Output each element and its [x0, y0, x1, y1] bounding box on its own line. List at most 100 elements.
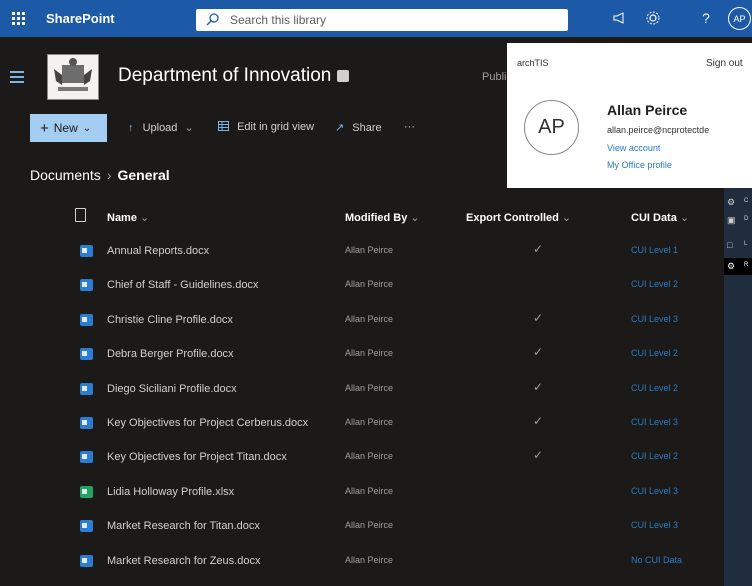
export-controlled-check: ✓ [533, 310, 544, 325]
modified-by[interactable]: Allan Peirce [345, 555, 393, 565]
chevron-down-icon: ⌄ [82, 122, 92, 134]
modified-by[interactable]: Allan Peirce [345, 314, 393, 324]
cui-level[interactable]: CUI Level 3 [631, 486, 678, 496]
document-icon: □ [727, 240, 733, 250]
app-launcher-button[interactable] [0, 0, 37, 37]
word-file-icon [80, 245, 93, 257]
nc-menu-item[interactable]: □ L [724, 237, 752, 254]
cui-level[interactable]: CUI Level 2 [631, 279, 678, 289]
cui-level[interactable]: CUI Level 3 [631, 417, 678, 427]
profile-avatar[interactable]: AP [524, 100, 579, 155]
column-header-name[interactable]: Name ⌄ [107, 211, 149, 224]
cui-level[interactable]: No CUI Data [631, 555, 682, 565]
more-actions-button[interactable]: ··· [404, 121, 415, 133]
modified-by[interactable]: Allan Peirce [345, 520, 393, 530]
column-header-export-controlled[interactable]: Export Controlled ⌄ [466, 211, 571, 224]
sign-out-link[interactable]: Sign out [706, 58, 743, 69]
breadcrumb-documents[interactable]: Documents [30, 167, 101, 183]
new-button-label: New [53, 121, 78, 135]
upload-label: Upload [142, 122, 178, 134]
table-row[interactable]: Lidia Holloway Profile.xlsx Allan Peirce… [0, 475, 720, 509]
table-row[interactable]: Key Objectives for Project Titan.docx Al… [0, 440, 720, 474]
profile-card: archTIS Sign out AP Allan Peirce allan.p… [507, 43, 752, 188]
file-name[interactable]: Chief of Staff - Guidelines.docx [107, 279, 258, 291]
cui-level[interactable]: CUI Level 3 [631, 314, 678, 324]
share-button[interactable]: ↗ Share [335, 121, 382, 134]
modified-by[interactable]: Allan Peirce [345, 451, 393, 461]
word-file-icon [80, 554, 93, 567]
nc-menu-label: D [744, 216, 749, 222]
table-row[interactable]: Market Research for Zeus.docx Allan Peir… [0, 544, 720, 578]
help-icon[interactable]: ? [696, 8, 716, 28]
nc-menu-item[interactable]: ▣ D [724, 212, 752, 229]
table-row[interactable]: Chief of Staff - Guidelines.docx Allan P… [0, 268, 720, 302]
monitor-icon: ▣ [727, 215, 736, 225]
table-row[interactable]: Key Objectives for Project Cerberus.docx… [0, 406, 720, 440]
search-icon [206, 13, 219, 26]
gear-icon[interactable] [643, 8, 663, 28]
column-header-name-label: Name [107, 212, 137, 224]
cui-level[interactable]: CUI Level 3 [631, 520, 678, 530]
chevron-down-icon: ⌄ [679, 212, 690, 224]
file-type-icon[interactable] [75, 208, 86, 222]
file-name[interactable]: Key Objectives for Project Cerberus.docx [107, 417, 308, 429]
word-file-icon [80, 348, 93, 361]
share-icon: ↗ [335, 122, 345, 134]
office-profile-link[interactable]: My Office profile [607, 160, 672, 170]
view-account-link[interactable]: View account [607, 143, 660, 153]
export-controlled-check: ✓ [533, 242, 544, 256]
modified-by[interactable]: Allan Peirce [345, 383, 393, 393]
plus-icon: + [40, 119, 49, 137]
search-placeholder: Search this library [230, 13, 327, 27]
file-name[interactable]: Market Research for Titan.docx [107, 520, 260, 532]
file-name[interactable]: Debra Berger Profile.docx [107, 348, 234, 360]
table-row[interactable]: Market Research for Titan.docx Allan Pei… [0, 509, 720, 543]
app-name[interactable]: SharePoint [46, 11, 115, 26]
column-header-export-controlled-label: Export Controlled [466, 212, 559, 224]
search-input[interactable]: Search this library [196, 9, 568, 31]
modified-by[interactable]: Allan Peirce [345, 417, 393, 427]
nc-menu-label: L [744, 241, 748, 247]
cui-level[interactable]: CUI Level 1 [631, 245, 678, 255]
word-file-icon [80, 313, 93, 326]
export-controlled-check: ✓ [533, 345, 544, 360]
column-header-cui-data[interactable]: CUI Data ⌄ [631, 211, 689, 224]
upload-icon: ↑ [128, 122, 134, 134]
file-name[interactable]: Christie Cline Profile.docx [107, 314, 233, 326]
chevron-down-icon: ⌄ [561, 212, 572, 224]
table-row[interactable]: Diego Siciliani Profile.docx Allan Peirc… [0, 372, 720, 406]
cui-level[interactable]: CUI Level 2 [631, 348, 678, 358]
file-name[interactable]: Lidia Holloway Profile.xlsx [107, 486, 234, 498]
grid-icon [218, 121, 229, 131]
modified-by[interactable]: Allan Peirce [345, 486, 393, 496]
column-header-modified-by[interactable]: Modified By ⌄ [345, 211, 420, 224]
cui-level[interactable]: CUI Level 2 [631, 451, 678, 461]
word-file-icon [80, 382, 93, 395]
new-button[interactable]: + New ⌄ [30, 114, 107, 142]
hamburger-menu-icon[interactable] [10, 71, 24, 86]
file-name[interactable]: Annual Reports.docx [107, 245, 209, 257]
avatar[interactable]: AP [728, 7, 751, 30]
table-row[interactable]: Christie Cline Profile.docx Allan Peirce… [0, 303, 720, 337]
file-name[interactable]: Key Objectives for Project Titan.docx [107, 451, 287, 463]
site-title-text: Department of Innovation [118, 65, 332, 86]
cui-level[interactable]: CUI Level 2 [631, 383, 678, 393]
profile-name: Allan Peirce [607, 102, 688, 118]
table-row[interactable]: Debra Berger Profile.docx Allan Peirce ✓… [0, 337, 720, 371]
modified-by[interactable]: Allan Peirce [345, 245, 393, 255]
modified-by[interactable]: Allan Peirce [345, 348, 393, 358]
site-privacy-label: Publi [482, 71, 507, 83]
megaphone-icon[interactable] [610, 8, 630, 28]
upload-button[interactable]: ↑ Upload ⌄ [128, 121, 194, 134]
edit-grid-view-button[interactable]: Edit in grid view [218, 121, 314, 133]
breadcrumb-current: General [117, 167, 170, 183]
modified-by[interactable]: Allan Peirce [345, 279, 393, 289]
nc-menu-item[interactable]: ⚙ C [724, 194, 752, 211]
excel-file-icon [80, 485, 93, 498]
file-name[interactable]: Market Research for Zeus.docx [107, 555, 260, 567]
teams-icon[interactable] [337, 69, 350, 82]
table-row[interactable]: Annual Reports.docx Allan Peirce ✓ CUI L… [0, 234, 720, 268]
edit-grid-view-label: Edit in grid view [237, 121, 315, 133]
file-name[interactable]: Diego Siciliani Profile.docx [107, 383, 237, 395]
nc-menu-item-active[interactable]: ⚙ R [724, 258, 752, 275]
